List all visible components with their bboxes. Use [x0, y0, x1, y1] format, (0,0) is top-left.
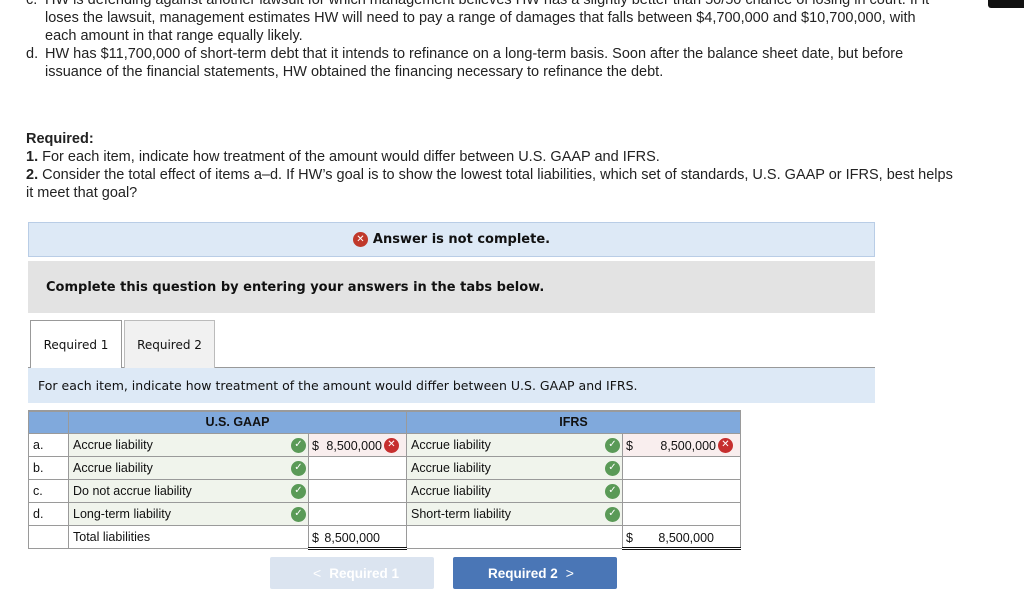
- gaap-treatment-value: Long-term liability: [73, 506, 171, 521]
- window-corner-bar: [988, 0, 1024, 8]
- answer-table: U.S. GAAP IFRS a. Accrue liability ✓ $8,5…: [28, 410, 741, 550]
- ifrs-total-value: 8,500,000: [658, 530, 714, 545]
- gaap-amount-value: 8,500,000: [326, 438, 382, 453]
- prev-button-label: Required 1: [329, 565, 399, 581]
- check-circle-icon: ✓: [291, 460, 306, 476]
- instruction-panel: Complete this question by entering your …: [28, 261, 875, 313]
- ifrs-amount-input[interactable]: [622, 455, 741, 480]
- check-circle-icon: ✓: [605, 437, 620, 453]
- ifrs-amount-input[interactable]: [622, 501, 741, 526]
- ifrs-amount-value: 8,500,000: [660, 438, 716, 453]
- tab-bar: Required 1 Required 2: [28, 320, 875, 369]
- row-key: d.: [28, 501, 69, 526]
- tab-instruction: For each item, indicate how treatment of…: [28, 368, 875, 403]
- gaap-total: $8,500,000: [308, 524, 407, 550]
- next-button-label: Required 2: [488, 565, 558, 581]
- ifrs-treatment-select[interactable]: Accrue liability ✓: [406, 432, 623, 457]
- table-header-row: U.S. GAAP IFRS: [28, 410, 741, 434]
- row-key: b.: [28, 455, 69, 480]
- check-circle-icon: ✓: [605, 460, 620, 476]
- ifrs-treatment-value: Accrue liability: [411, 460, 491, 475]
- check-circle-icon: ✓: [605, 506, 620, 522]
- problem-item-text: HW is defending against another lawsuit …: [45, 0, 930, 44]
- required-item-number: 2.: [26, 167, 39, 183]
- gaap-amount-input[interactable]: [308, 478, 407, 503]
- check-circle-icon: ✓: [605, 483, 620, 499]
- prev-required-1-button[interactable]: < Required 1: [270, 557, 434, 589]
- table-row: a. Accrue liability ✓ $8,500,000 ✕ Accrue …: [28, 432, 741, 457]
- row-key: c.: [28, 478, 69, 503]
- x-circle-icon: ✕: [384, 437, 399, 453]
- next-required-2-button[interactable]: Required 2 >: [453, 557, 617, 589]
- required-item-1: 1. For each item, indicate how treatment…: [26, 148, 956, 166]
- header-blank: [28, 410, 69, 434]
- row-key-blank: [28, 524, 69, 549]
- ifrs-treatment-value: Accrue liability: [411, 437, 491, 452]
- gaap-treatment-select[interactable]: Do not accrue liability ✓: [68, 478, 309, 503]
- ifrs-treatment-value: Short-term liability: [411, 506, 512, 521]
- gaap-treatment-select[interactable]: Long-term liability ✓: [68, 501, 309, 526]
- ifrs-amount-input[interactable]: [622, 478, 741, 503]
- table-row: d. Long-term liability ✓ Short-term liabi…: [28, 501, 741, 526]
- dollar-sign: $: [312, 438, 319, 453]
- header-ifrs: IFRS: [406, 410, 741, 434]
- dollar-sign: $: [312, 530, 319, 545]
- x-circle-icon: ✕: [718, 437, 733, 453]
- check-circle-icon: ✓: [291, 437, 306, 453]
- table-row: b. Accrue liability ✓ Accrue liability ✓: [28, 455, 741, 480]
- dollar-sign: $: [626, 438, 633, 453]
- check-circle-icon: ✓: [291, 483, 306, 499]
- check-circle-icon: ✓: [291, 506, 306, 522]
- gaap-treatment-value: Accrue liability: [73, 460, 153, 475]
- instruction-text: Complete this question by entering your …: [46, 279, 545, 295]
- row-key: a.: [28, 432, 69, 457]
- gaap-treatment-select[interactable]: Accrue liability ✓: [68, 432, 309, 457]
- ifrs-treatment-select[interactable]: Short-term liability ✓: [406, 501, 623, 526]
- gaap-amount-input[interactable]: [308, 501, 407, 526]
- chevron-left-icon: <: [313, 565, 322, 581]
- ifrs-treatment-value: Accrue liability: [411, 483, 491, 498]
- answer-status-text: Answer is not complete.: [372, 232, 551, 247]
- problem-text: c. HW is defending against another lawsu…: [26, 0, 946, 81]
- gaap-treatment-value: Do not accrue liability: [73, 483, 192, 498]
- required-item-text: Consider the total effect of items a–d. …: [26, 167, 953, 201]
- required-item-text: For each item, indicate how treatment of…: [38, 149, 660, 165]
- answer-status-banner: ✕ Answer is not complete.: [28, 222, 875, 257]
- ifrs-amount-input[interactable]: $8,500,000 ✕: [622, 432, 741, 457]
- ifrs-total-label-blank: [406, 524, 623, 549]
- x-circle-icon: ✕: [352, 232, 368, 247]
- problem-item-c: c. HW is defending against another lawsu…: [26, 0, 946, 45]
- required-item-number: 1.: [26, 149, 39, 165]
- problem-item-label: c.: [26, 0, 38, 8]
- ifrs-treatment-select[interactable]: Accrue liability ✓: [406, 478, 623, 503]
- gaap-total-value: 8,500,000: [324, 530, 380, 545]
- problem-item-label: d.: [26, 46, 39, 62]
- tab-label: Required 1: [43, 338, 109, 352]
- chevron-right-icon: >: [565, 565, 574, 581]
- tab-label: Required 2: [137, 337, 202, 352]
- required-heading: Required:: [26, 131, 94, 147]
- gaap-treatment-select[interactable]: Accrue liability ✓: [68, 455, 309, 480]
- dollar-sign: $: [626, 530, 633, 545]
- header-us-gaap: U.S. GAAP: [68, 410, 407, 434]
- total-row: Total liabilities $8,500,000 $8,500,000: [28, 524, 741, 550]
- gaap-amount-input[interactable]: [308, 455, 407, 480]
- required-item-2: 2. Consider the total effect of items a–…: [26, 166, 956, 202]
- required-section: Required: 1. For each item, indicate how…: [26, 130, 956, 202]
- tab-required-1[interactable]: Required 1: [30, 320, 122, 369]
- ifrs-treatment-select[interactable]: Accrue liability ✓: [406, 455, 623, 480]
- table-row: c. Do not accrue liability ✓ Accrue liabi…: [28, 478, 741, 503]
- gaap-amount-input[interactable]: $8,500,000 ✕: [308, 432, 407, 457]
- gaap-treatment-value: Accrue liability: [73, 437, 153, 452]
- total-label: Total liabilities: [68, 524, 309, 549]
- ifrs-total: $8,500,000: [622, 524, 741, 550]
- problem-item-text: HW has $11,700,000 of short-term debt th…: [45, 46, 904, 80]
- tab-required-2[interactable]: Required 2: [124, 320, 215, 368]
- tab-instruction-text: For each item, indicate how treatment of…: [38, 378, 638, 393]
- problem-item-d: d. HW has $11,700,000 of short-term debt…: [26, 45, 946, 81]
